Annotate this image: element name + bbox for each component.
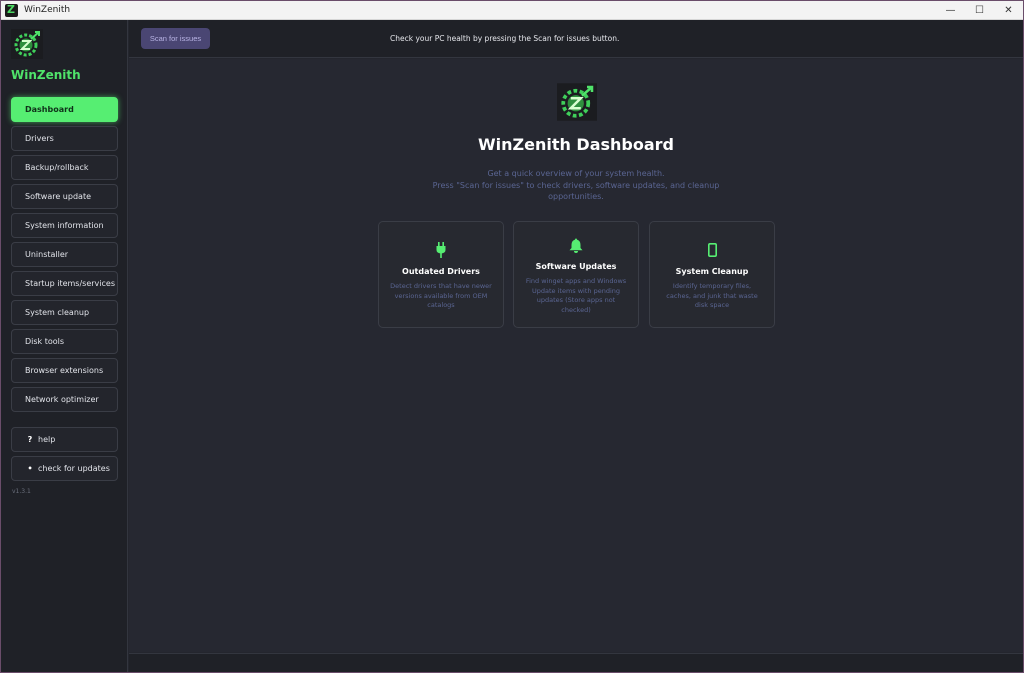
window-controls: — ☐ ✕ [936, 1, 1023, 19]
dashboard-subtitle-line-1: Get a quick overview of your system heal… [487, 169, 665, 178]
sidebar-item-network-optimizer[interactable]: Network optimizer [11, 387, 118, 412]
plug-icon [379, 242, 503, 258]
card-description: Detect drivers that have newer versions … [390, 282, 492, 309]
question-icon: ? [27, 435, 33, 444]
sidebar-item-drivers[interactable]: Drivers [11, 126, 118, 151]
sidebar-item-uninstaller[interactable]: Uninstaller [11, 242, 118, 267]
help-button[interactable]: ? help [11, 427, 118, 452]
bell-icon [514, 238, 638, 253]
sidebar-item-disk-tools[interactable]: Disk tools [11, 329, 118, 354]
card-outdated-drivers[interactable]: Outdated Drivers Detect drivers that hav… [378, 221, 504, 328]
card-description: Identify temporary files, caches, and ju… [666, 282, 758, 309]
brand-name: WinZenith [11, 68, 81, 82]
minimize-button[interactable]: — [936, 1, 965, 19]
winzenith-hero-logo-icon [557, 83, 597, 121]
sidebar-item-browser-extensions[interactable]: Browser extensions [11, 358, 118, 383]
card-description: Find winget apps and Windows Update item… [525, 277, 627, 314]
sidebar-item-backup-rollback[interactable]: Backup/rollback [11, 155, 118, 180]
dashboard-subtitle-line-2: Press "Scan for issues" to check drivers… [432, 180, 720, 202]
app-logo-icon [5, 3, 18, 17]
top-toolbar: Scan for issues Check your PC health by … [129, 20, 1023, 58]
sidebar-item-system-cleanup[interactable]: System cleanup [11, 300, 118, 325]
status-bar [129, 653, 1023, 672]
winzenith-logo-icon [11, 29, 43, 59]
check-updates-label: check for updates [38, 464, 110, 473]
dot-icon: • [27, 464, 33, 473]
scan-for-issues-button[interactable]: Scan for issues [141, 28, 210, 49]
check-updates-button[interactable]: • check for updates [11, 456, 118, 481]
close-button[interactable]: ✕ [994, 1, 1023, 19]
sidebar-nav: Dashboard Drivers Backup/rollback Softwa… [11, 97, 118, 416]
sidebar-item-system-information[interactable]: System information [11, 213, 118, 238]
card-title: Software Updates [535, 262, 617, 271]
app-window: WinZenith — ☐ ✕ WinZenith Dashboard Driv… [0, 0, 1024, 673]
dashboard-main: WinZenith Dashboard Get a quick overview… [129, 59, 1023, 652]
card-title: Outdated Drivers [402, 267, 480, 276]
sidebar-item-dashboard[interactable]: Dashboard [11, 97, 118, 122]
help-label: help [38, 435, 56, 444]
phone-icon [650, 243, 774, 257]
sidebar: WinZenith Dashboard Drivers Backup/rollb… [1, 20, 128, 672]
card-title: System Cleanup [675, 267, 749, 276]
sidebar-item-software-update[interactable]: Software update [11, 184, 118, 209]
version-label: v1.3.1 [12, 488, 31, 495]
dashboard-subtitle: Get a quick overview of your system heal… [426, 168, 726, 203]
dashboard-title: WinZenith Dashboard [477, 135, 675, 154]
maximize-button[interactable]: ☐ [965, 1, 994, 19]
scan-hint-text: Check your PC health by pressing the Sca… [390, 34, 620, 43]
sidebar-item-startup-items[interactable]: Startup items/services [11, 271, 118, 296]
card-software-updates[interactable]: Software Updates Find winget apps and Wi… [513, 221, 639, 328]
title-bar: WinZenith — ☐ ✕ [1, 1, 1023, 20]
window-title: WinZenith [24, 5, 71, 15]
card-system-cleanup[interactable]: System Cleanup Identify temporary files,… [649, 221, 775, 328]
